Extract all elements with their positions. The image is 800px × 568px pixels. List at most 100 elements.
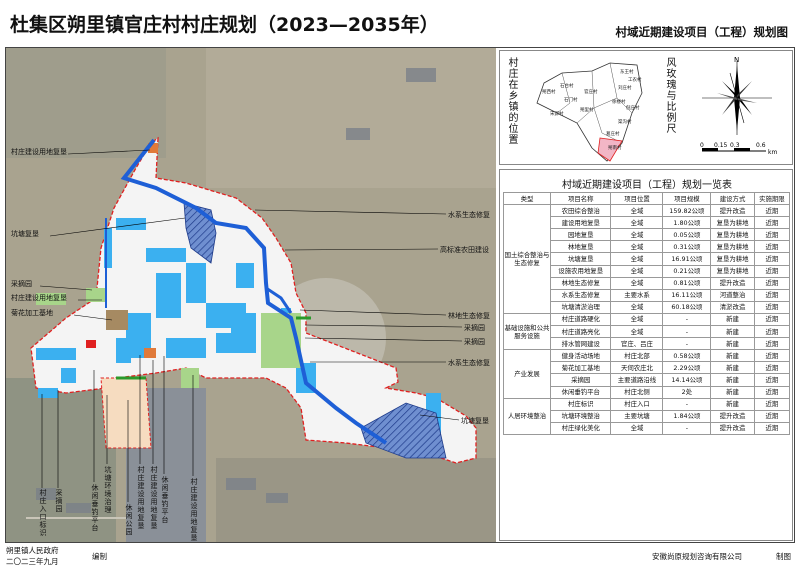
map-label-vertical: 村庄建设用地复垦 <box>150 466 158 530</box>
map-label-vertical: 村庄建设用地复垦 <box>190 478 198 542</box>
table-cell: 16.11公顷 <box>662 288 712 302</box>
page-subtitle: 村域近期建设项目（工程）规划图 <box>615 25 789 39</box>
table-type-cell: 产业发展 <box>503 349 551 399</box>
table-cell: 近期 <box>753 421 791 435</box>
table-cell: 全域 <box>610 228 664 242</box>
table-cell: 林地生态修复 <box>549 276 612 290</box>
table-cell: 近期 <box>753 361 791 375</box>
footer-compiled: 编制 <box>92 552 107 561</box>
map-label: 村庄建设用地复垦 <box>11 294 67 302</box>
table-type-cell: 基础设施和公共服务设施 <box>503 312 551 351</box>
table-type-cell: 人居环境整治 <box>503 397 551 435</box>
table-cell: 新建 <box>710 373 755 387</box>
table-cell: 0.81公顷 <box>662 276 712 290</box>
table-cell: 2.29公顷 <box>662 361 712 375</box>
map-label-vertical: 坑塘环境治理 <box>104 466 112 514</box>
map-label: 高标准农田建设 <box>440 246 489 254</box>
town-label: 渠沟村 <box>618 118 632 125</box>
table-cell: 坑塘环境整治 <box>549 409 612 423</box>
table-cell: 清淤改造 <box>710 300 755 314</box>
town-label: 东王村 <box>620 68 634 75</box>
table-cell: 近期 <box>753 240 791 254</box>
map-label-vertical: 休闲垂钓平台 <box>161 476 169 524</box>
table-cell: 0.05公顷 <box>662 228 712 242</box>
table-cell: 河道整治 <box>710 288 755 302</box>
table-cell: 近期 <box>753 288 791 302</box>
table-cell: 村庄绿化美化 <box>549 421 612 435</box>
footer-government: 朔里镇人民政府 <box>6 546 59 555</box>
table-cell: 提升改造 <box>710 421 755 435</box>
table-cell: 水系生态修复 <box>549 288 612 302</box>
project-table: 类型 项目名称 项目位置 项目规模 建设方式 实施期限 国土综合整治与生态修复 农田综合整治… <box>503 191 791 435</box>
table-cell: 全域 <box>610 216 664 230</box>
page-title: 杜集区朔里镇官庄村村庄规划（2023—2035年） <box>10 14 439 36</box>
map-label-vertical: 休闲公园 <box>125 504 133 536</box>
table-cell: - <box>662 325 712 339</box>
scale-label: 0 <box>700 142 704 149</box>
map-label: 水系生态修复 <box>448 359 490 367</box>
table-cell: 主要坑塘 <box>610 409 664 423</box>
table-cell: 村庄道路硬化 <box>549 312 612 327</box>
table-cell: 全域 <box>610 276 664 290</box>
table-header-cell: 类型 <box>503 191 551 206</box>
map-label: 采摘园 <box>464 338 485 346</box>
table-cell: 休闲垂钓平台 <box>549 385 612 399</box>
north-label: N <box>734 56 739 64</box>
table-cell: - <box>662 337 712 351</box>
map-label-vertical: 村庄入口标识 <box>39 489 47 537</box>
table-header-cell: 项目规模 <box>662 191 712 206</box>
table-cell: 近期 <box>753 216 791 230</box>
table-row: 基础设施和公共服务设施 村庄道路硬化 全域 - 新建 近期 <box>503 312 791 351</box>
location-panel: 村庄在乡镇的位置 朔西村 石台村 石门村 官庄村 东王村 宋郢村 朔里村 刘庄村 徐楼村 倪庄村 工… <box>499 50 793 165</box>
table-header-cell: 实施期限 <box>753 191 791 206</box>
table-cell: 近期 <box>753 204 791 218</box>
table-cell: 排水管网建设 <box>549 337 612 351</box>
table-header-cell: 项目位置 <box>610 191 664 206</box>
compass-title: 风玫瑰与比例尺 <box>664 57 675 134</box>
table-cell: 设施农用地复垦 <box>549 264 612 278</box>
table-cell: 近期 <box>753 312 791 327</box>
map-label: 水系生态修复 <box>448 211 490 219</box>
location-map: 朔西村石台村石门村官庄村 东王村宋郢村 朔里村 刘庄村徐楼村倪庄村 工农村渠沟村朔南村 葛… <box>536 62 643 162</box>
table-cell: 全域 <box>610 300 664 314</box>
table-cell: 全域 <box>610 252 664 266</box>
table-cell: 近期 <box>753 300 791 314</box>
town-label: 朔西村 <box>542 88 556 95</box>
table-cell: 近期 <box>753 397 791 411</box>
chrysanthemum-base <box>106 310 128 330</box>
map-label-vertical: 村庄建设用地复垦 <box>137 466 145 530</box>
table-cell: 复垦为耕地 <box>710 216 755 230</box>
town-label: 朔里村 <box>580 106 594 113</box>
table-cell: 新建 <box>710 312 755 327</box>
map-label: 采摘园 <box>11 280 32 288</box>
table-cell: 坑塘清淤治理 <box>549 300 612 314</box>
town-label: 倪庄村 <box>626 104 640 111</box>
table-cell: 官庄、吕庄 <box>610 337 664 351</box>
table-cell: 村庄道路亮化 <box>549 325 612 339</box>
table-cell: 近期 <box>753 276 791 290</box>
table-cell: 新建 <box>710 385 755 399</box>
town-label: 葛庄村 <box>606 130 620 137</box>
table-cell: 主要水系 <box>610 288 664 302</box>
table-cell: 菊花加工基地 <box>549 361 612 375</box>
scale-label: 0.15 <box>714 142 728 149</box>
table-cell: 提升改造 <box>710 276 755 290</box>
table-cell: 园地复垦 <box>549 228 612 242</box>
map-label: 村庄建设用地复垦 <box>11 148 67 156</box>
table-cell: 采摘园 <box>549 373 612 387</box>
map-label: 菊花加工基地 <box>11 309 53 317</box>
satellite-map[interactable] <box>6 48 496 542</box>
table-cell: 新建 <box>710 397 755 411</box>
table-cell: - <box>662 312 712 327</box>
table-row: 产业发展 健身活动场地 村庄北部 0.58公顷 新建 近期 <box>503 349 791 399</box>
table-cell: 0.31公顷 <box>662 240 712 254</box>
table-cell: 全域 <box>610 421 664 435</box>
table-cell: 提升改造 <box>710 204 755 218</box>
table-cell: 14.14公顷 <box>662 373 712 387</box>
table-cell: 主要道路沿线 <box>610 373 664 387</box>
table-cell: 村庄北侧 <box>610 385 664 399</box>
table-row: 国土综合整治与生态修复 农田综合整治 全域 159.82公顷 提升改造 近期 <box>503 204 791 314</box>
table-cell: 复垦为耕地 <box>710 252 755 266</box>
scale-label: 0.3 <box>730 142 740 149</box>
table-cell: 2处 <box>662 385 712 399</box>
